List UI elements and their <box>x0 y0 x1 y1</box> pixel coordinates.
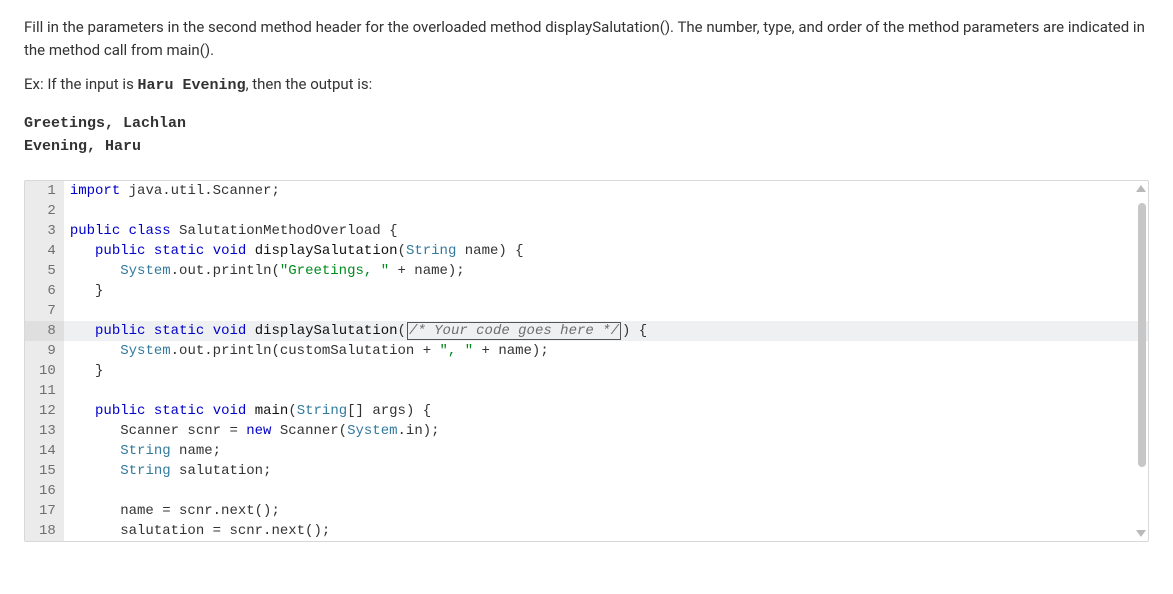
code-line[interactable]: 15 String salutation; <box>25 461 1148 481</box>
expected-output: Greetings, Lachlan Evening, Haru <box>24 112 1149 159</box>
code-line[interactable]: 5 System.out.println("Greetings, " + nam… <box>25 261 1148 281</box>
line-number: 5 <box>25 261 64 281</box>
code-line[interactable]: 14 String name; <box>25 441 1148 461</box>
code-content[interactable]: } <box>64 281 1148 301</box>
code-content[interactable]: import java.util.Scanner; <box>64 181 1148 201</box>
example-prefix: Ex: If the input is <box>24 75 138 93</box>
code-line[interactable]: 16 <box>25 481 1148 501</box>
code-content[interactable]: } <box>64 361 1148 381</box>
code-content[interactable]: System.out.println("Greetings, " + name)… <box>64 261 1148 281</box>
code-content[interactable]: System.out.println(customSalutation + ",… <box>64 341 1148 361</box>
code-line[interactable]: 3public class SalutationMethodOverload { <box>25 221 1148 241</box>
code-line[interactable]: 2 <box>25 201 1148 221</box>
line-number: 13 <box>25 421 64 441</box>
code-content[interactable] <box>64 481 1148 501</box>
line-number: 15 <box>25 461 64 481</box>
code-content[interactable] <box>64 301 1148 321</box>
code-content[interactable]: String salutation; <box>64 461 1148 481</box>
code-line[interactable]: 11 <box>25 381 1148 401</box>
code-content[interactable]: public static void displaySalutation(/* … <box>64 321 1148 341</box>
line-number: 17 <box>25 501 64 521</box>
code-content[interactable]: name = scnr.next(); <box>64 501 1148 521</box>
line-number: 8 <box>25 321 64 341</box>
code-content[interactable] <box>64 201 1148 221</box>
line-number: 4 <box>25 241 64 261</box>
line-number: 18 <box>25 521 64 541</box>
line-number: 12 <box>25 401 64 421</box>
code-editor[interactable]: 1import java.util.Scanner;2 3public clas… <box>24 180 1149 542</box>
code-content[interactable]: String name; <box>64 441 1148 461</box>
code-line[interactable]: 18 salutation = scnr.next(); <box>25 521 1148 541</box>
code-line[interactable]: 8 public static void displaySalutation(/… <box>25 321 1148 341</box>
code-line[interactable]: 4 public static void displaySalutation(S… <box>25 241 1148 261</box>
code-content[interactable]: Scanner scnr = new Scanner(System.in); <box>64 421 1148 441</box>
code-line[interactable]: 12 public static void main(String[] args… <box>25 401 1148 421</box>
line-number: 14 <box>25 441 64 461</box>
line-number: 3 <box>25 221 64 241</box>
line-number: 1 <box>25 181 64 201</box>
example-suffix: , then the output is: <box>246 75 373 93</box>
code-line[interactable]: 17 name = scnr.next(); <box>25 501 1148 521</box>
code-content[interactable]: public static void displaySalutation(Str… <box>64 241 1148 261</box>
line-number: 9 <box>25 341 64 361</box>
example-label: Ex: If the input is Haru Evening, then t… <box>24 73 1149 98</box>
line-number: 16 <box>25 481 64 501</box>
line-number: 11 <box>25 381 64 401</box>
line-number: 2 <box>25 201 64 221</box>
line-number: 6 <box>25 281 64 301</box>
code-line[interactable]: 7 <box>25 301 1148 321</box>
example-input: Haru Evening <box>138 77 246 94</box>
code-content[interactable]: public static void main(String[] args) { <box>64 401 1148 421</box>
code-content[interactable]: public class SalutationMethodOverload { <box>64 221 1148 241</box>
code-content[interactable]: salutation = scnr.next(); <box>64 521 1148 541</box>
problem-description: Fill in the parameters in the second met… <box>24 16 1149 61</box>
code-line[interactable]: 1import java.util.Scanner; <box>25 181 1148 201</box>
line-number: 10 <box>25 361 64 381</box>
code-line[interactable]: 9 System.out.println(customSalutation + … <box>25 341 1148 361</box>
code-content[interactable] <box>64 381 1148 401</box>
line-number: 7 <box>25 301 64 321</box>
code-line[interactable]: 13 Scanner scnr = new Scanner(System.in)… <box>25 421 1148 441</box>
code-line[interactable]: 6 } <box>25 281 1148 301</box>
code-line[interactable]: 10 } <box>25 361 1148 381</box>
editable-region[interactable]: /* Your code goes here */ <box>407 322 621 340</box>
